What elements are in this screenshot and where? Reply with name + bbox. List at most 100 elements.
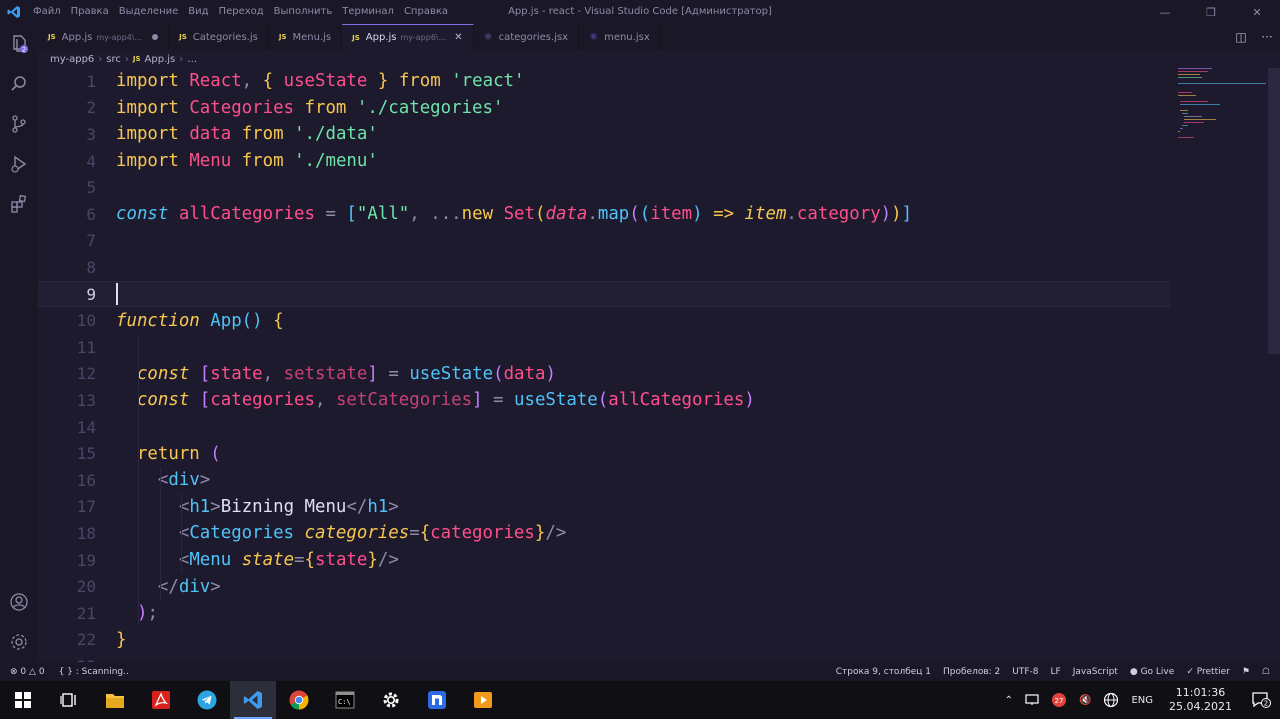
error-count: 0 bbox=[20, 666, 27, 677]
close-window-button[interactable]: ✕ bbox=[1234, 0, 1280, 24]
notion-icon[interactable] bbox=[414, 681, 460, 719]
tab-hint: my-app6\... bbox=[400, 33, 447, 42]
go-live-button[interactable]: ● Go Live bbox=[1130, 667, 1174, 677]
tab-menu-jsx[interactable]: ⚛ menu.jsx bbox=[579, 24, 661, 50]
breadcrumb-folder[interactable]: my-app6 bbox=[50, 54, 94, 65]
minimize-button[interactable]: — bbox=[1142, 0, 1188, 24]
vscode-taskbar-icon[interactable] bbox=[230, 681, 276, 719]
end-of-line[interactable]: LF bbox=[1051, 667, 1061, 677]
prettier-button[interactable]: ✓ Prettier bbox=[1186, 667, 1230, 677]
tab-app-js-app6[interactable]: JS App.js my-app6\... ✕ bbox=[342, 24, 474, 50]
media-player-icon[interactable] bbox=[460, 681, 506, 719]
cursor-position[interactable]: Строка 9, столбец 1 bbox=[836, 667, 931, 677]
scanning-status[interactable]: { } : Scanning.. bbox=[59, 667, 129, 677]
clock[interactable]: 11:01:36 25.04.2021 bbox=[1169, 686, 1232, 714]
search-icon[interactable] bbox=[9, 74, 29, 94]
code-line: 7 bbox=[86, 231, 96, 251]
breadcrumb-symbol[interactable]: … bbox=[187, 54, 197, 65]
js-icon: JS bbox=[352, 33, 360, 42]
vertical-scrollbar[interactable] bbox=[1268, 68, 1280, 662]
action-center-icon[interactable]: 2 bbox=[1242, 681, 1280, 719]
menu-file[interactable]: Файл bbox=[28, 0, 66, 24]
extensions-icon[interactable] bbox=[9, 194, 29, 214]
windows-start-icon[interactable] bbox=[0, 681, 46, 719]
code-line: 17 <h1>Bizning Menu</h1> bbox=[76, 496, 399, 517]
volume-muted-icon[interactable]: 🔇 bbox=[1079, 695, 1091, 706]
tab-label: menu.jsx bbox=[604, 31, 650, 43]
split-editor-icon[interactable]: ◫ bbox=[1228, 30, 1254, 44]
show-hidden-icons-chevron-icon[interactable]: ⌃ bbox=[1005, 695, 1013, 706]
language-mode[interactable]: JavaScript bbox=[1073, 667, 1118, 677]
menu-go[interactable]: Переход bbox=[214, 0, 269, 24]
tab-app-js-app4[interactable]: JS App.js my-app4\... bbox=[38, 24, 170, 50]
code-line: 15 return ( bbox=[76, 443, 221, 464]
settings-gear-icon[interactable] bbox=[9, 632, 29, 652]
breadcrumb-file[interactable]: App.js bbox=[145, 54, 176, 65]
react-icon: ⚛ bbox=[483, 31, 493, 43]
code-editor[interactable]: 1 import React, { useState } from 'react'… bbox=[38, 68, 1270, 662]
network-icon[interactable] bbox=[1025, 694, 1039, 706]
scroll-thumb[interactable] bbox=[1268, 68, 1280, 354]
menu-terminal[interactable]: Терминал bbox=[337, 0, 399, 24]
warning-icon: △ bbox=[29, 666, 36, 677]
menu-edit[interactable]: Правка bbox=[66, 0, 114, 24]
indent-guide bbox=[160, 467, 161, 600]
terminal-icon[interactable]: C:\ bbox=[322, 681, 368, 719]
feedback-icon[interactable]: ⚑ bbox=[1242, 667, 1250, 677]
editor-tabs: JS App.js my-app4\... JS Categories.js J… bbox=[38, 24, 1280, 50]
acrobat-icon[interactable] bbox=[138, 681, 184, 719]
input-language[interactable]: ENG bbox=[1131, 695, 1153, 706]
tab-menu-js[interactable]: JS Menu.js bbox=[269, 24, 343, 50]
code-line: 20 </div> bbox=[76, 576, 221, 597]
indent-guide bbox=[181, 493, 182, 573]
task-view-icon[interactable] bbox=[46, 681, 92, 719]
tab-label: Categories.js bbox=[192, 31, 258, 43]
telegram-icon[interactable] bbox=[184, 681, 230, 719]
code-line: 4 import Menu from './menu' bbox=[86, 151, 378, 172]
explorer-icon[interactable]: 2 bbox=[9, 34, 29, 54]
clock-date: 25.04.2021 bbox=[1169, 700, 1232, 713]
chrome-icon[interactable] bbox=[276, 681, 322, 719]
text-cursor bbox=[116, 283, 118, 306]
maximize-button[interactable]: ❐ bbox=[1188, 0, 1234, 24]
file-explorer-icon[interactable] bbox=[92, 681, 138, 719]
language-globe-icon[interactable] bbox=[1103, 692, 1119, 708]
encoding[interactable]: UTF-8 bbox=[1012, 667, 1038, 677]
menu-help[interactable]: Справка bbox=[399, 0, 453, 24]
tab-categories-js[interactable]: JS Categories.js bbox=[169, 24, 269, 50]
tab-categories-jsx[interactable]: ⚛ categories.jsx bbox=[474, 24, 580, 50]
app-badge[interactable]: 27 bbox=[1051, 692, 1067, 708]
close-tab-icon[interactable]: ✕ bbox=[454, 32, 462, 43]
code-line: 3 import data from './data' bbox=[86, 124, 378, 145]
title-bar: Файл Правка Выделение Вид Переход Выполн… bbox=[0, 0, 1280, 24]
code-line: 1 import React, { useState } from 'react' bbox=[86, 71, 525, 92]
minimap[interactable] bbox=[1176, 68, 1268, 662]
source-control-icon[interactable] bbox=[9, 114, 29, 134]
indentation[interactable]: Пробелов: 2 bbox=[943, 667, 1000, 677]
settings-icon[interactable] bbox=[368, 681, 414, 719]
breadcrumb-folder[interactable]: src bbox=[106, 54, 121, 65]
code-line: 16 <div> bbox=[76, 470, 211, 491]
clock-time: 11:01:36 bbox=[1175, 686, 1226, 699]
react-icon: ⚛ bbox=[589, 31, 599, 43]
js-icon: JS bbox=[48, 33, 56, 41]
menu-run[interactable]: Выполнить bbox=[269, 0, 338, 24]
svg-text:2: 2 bbox=[22, 47, 26, 54]
code-line: 8 bbox=[86, 257, 96, 277]
more-actions-icon[interactable]: ··· bbox=[1254, 30, 1280, 44]
js-icon: JS bbox=[132, 55, 141, 63]
activity-bar: 2 bbox=[0, 24, 38, 662]
menu-selection[interactable]: Выделение bbox=[114, 0, 184, 24]
run-debug-icon[interactable] bbox=[9, 154, 29, 174]
windows-taskbar: C:\ ⌃ 27 🔇 ENG 11:01:36 25.04.2021 2 bbox=[0, 681, 1280, 719]
account-icon[interactable] bbox=[9, 592, 29, 612]
tab-label: App.js bbox=[61, 31, 93, 43]
code-line: 14 bbox=[76, 417, 96, 437]
notifications-bell-icon[interactable]: ☖ bbox=[1262, 667, 1270, 677]
chevron-right-icon: › bbox=[98, 53, 103, 65]
system-tray: ⌃ 27 🔇 ENG 11:01:36 25.04.2021 2 bbox=[999, 681, 1280, 719]
menu-view[interactable]: Вид bbox=[183, 0, 213, 24]
tab-label: categories.jsx bbox=[498, 31, 569, 43]
badge-count: 27 bbox=[1055, 697, 1064, 705]
problems-indicator[interactable]: ⊗ 0 △ 0 bbox=[10, 667, 45, 677]
